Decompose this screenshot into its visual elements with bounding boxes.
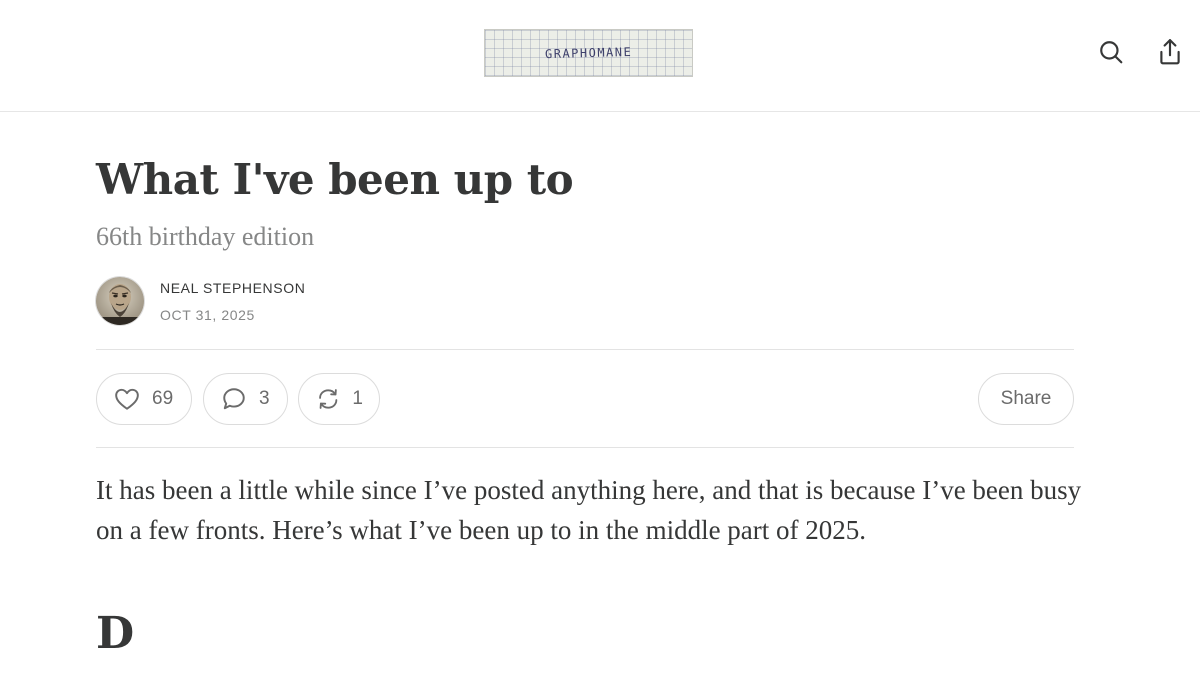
publication-logo[interactable]: GRAPHOMANE <box>484 29 693 77</box>
comment-icon <box>223 388 245 410</box>
divider <box>96 447 1074 448</box>
comment-count: 3 <box>259 388 270 409</box>
comment-button[interactable]: 3 <box>203 373 288 425</box>
section-heading: D <box>96 608 135 659</box>
avatar[interactable] <box>96 277 144 325</box>
intro-paragraph: It has been a little while since I’ve po… <box>96 475 1082 545</box>
like-count: 69 <box>152 388 174 409</box>
share-upload-icon <box>1160 39 1180 65</box>
share-label: Share <box>1000 388 1052 409</box>
share-button[interactable]: Share <box>978 373 1074 425</box>
post-title: What I've been up to <box>96 155 574 204</box>
restack-button[interactable]: 1 <box>298 373 380 425</box>
post-subtitle: 66th birthday edition <box>96 222 315 251</box>
search-button[interactable] <box>1096 37 1126 67</box>
restack-count: 1 <box>352 388 363 409</box>
search-icon <box>1100 41 1123 64</box>
heart-icon <box>115 388 139 410</box>
logo-text: GRAPHOMANE <box>544 44 633 62</box>
author-name[interactable]: NEAL STEPHENSON <box>160 279 305 297</box>
top-bar: GRAPHOMANE <box>0 0 1200 112</box>
divider <box>96 349 1074 350</box>
restack-icon <box>319 389 338 409</box>
like-button[interactable]: 69 <box>96 373 192 425</box>
share-top-button[interactable] <box>1155 37 1185 67</box>
post-date: OCT 31, 2025 <box>160 307 255 323</box>
